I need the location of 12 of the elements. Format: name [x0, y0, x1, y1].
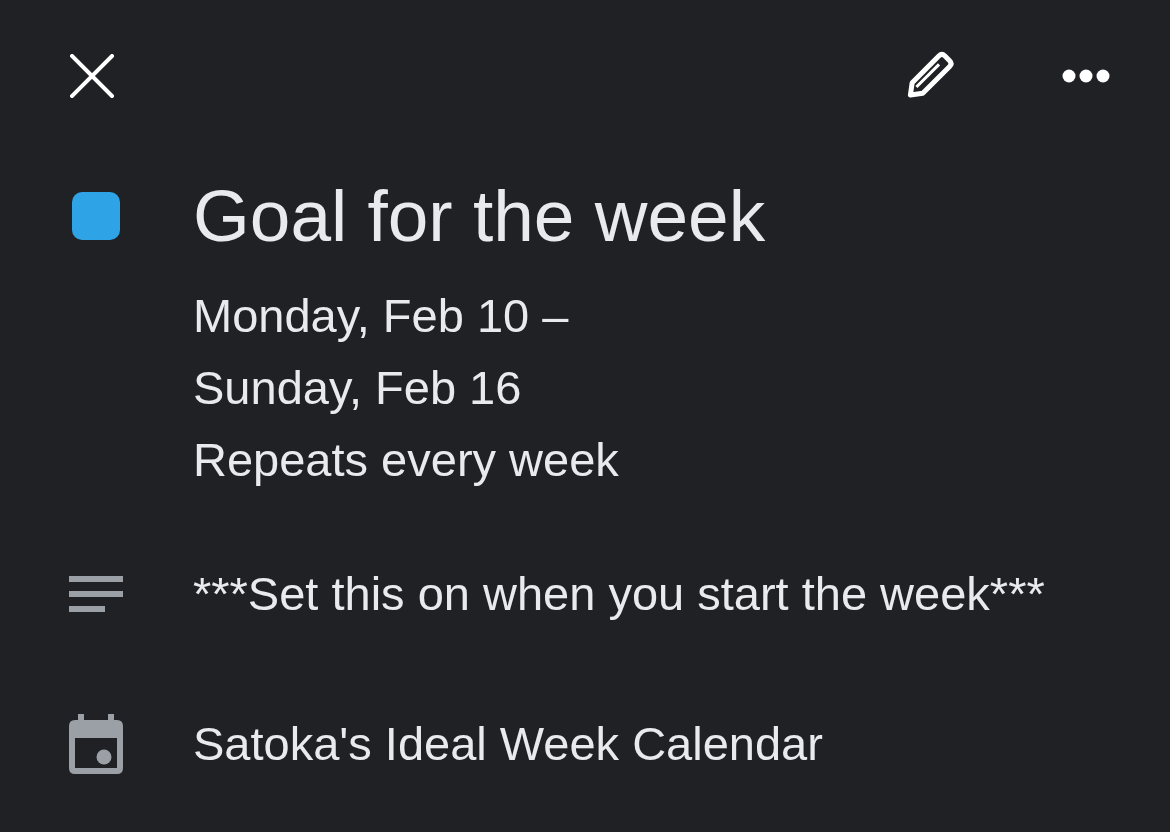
recurrence-text: Repeats every week	[193, 432, 619, 488]
calendar-name: Satoka's Ideal Week Calendar	[193, 716, 823, 772]
event-date: Sunday, Feb 16	[193, 360, 522, 416]
close-button[interactable]	[70, 54, 114, 98]
event-date: Monday, Feb 10 –	[193, 288, 569, 344]
close-icon	[70, 54, 114, 98]
more-icon	[1062, 69, 1110, 83]
description-text: ***Set this on when you start the week***	[193, 566, 1045, 622]
event-title: Goal for the week	[193, 176, 766, 256]
description-lines-icon	[68, 576, 123, 612]
calendar-icon	[68, 714, 123, 774]
more-button[interactable]	[1062, 69, 1110, 83]
